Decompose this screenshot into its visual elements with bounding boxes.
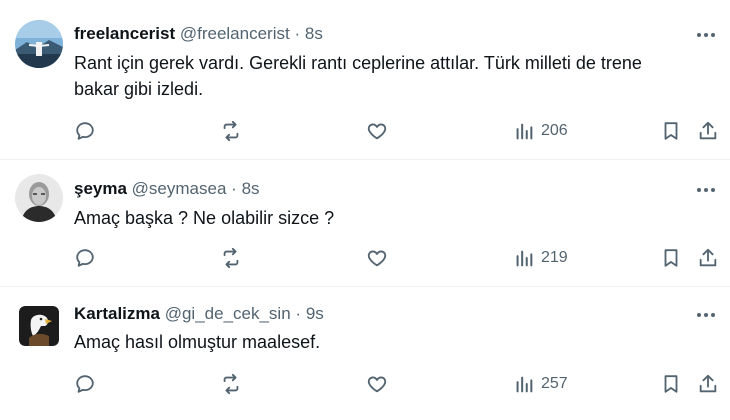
share-icon <box>699 374 717 393</box>
timestamp[interactable]: 9s <box>306 304 324 323</box>
heart-icon <box>367 250 387 267</box>
like-button[interactable] <box>366 117 388 145</box>
display-name[interactable]: şeyma <box>74 179 127 198</box>
bookmark-icon <box>664 122 678 140</box>
avatar-landscape-icon <box>15 20 63 68</box>
timestamp[interactable]: 8s <box>305 24 323 43</box>
reply-icon <box>76 375 94 393</box>
more-options-icon[interactable] <box>694 25 718 45</box>
tweet-text: Rant için gerek vardı. Gerekli rantı cep… <box>74 50 694 102</box>
like-button[interactable] <box>366 244 388 272</box>
tweet-text: Amaç hasıl olmuştur maalesef. <box>74 329 694 355</box>
user-handle[interactable]: @gi_de_cek_sin <box>165 304 291 323</box>
more-options-icon[interactable] <box>694 305 718 325</box>
analytics-icon <box>516 250 533 267</box>
share-button[interactable] <box>697 117 719 145</box>
tweet-header: şeyma @seymasea · 8s <box>74 178 260 200</box>
reply-icon <box>76 122 94 140</box>
views-button[interactable]: 206 <box>513 117 568 145</box>
action-bar: 219 <box>0 244 730 272</box>
action-bar: 206 <box>0 117 730 145</box>
avatar[interactable] <box>19 306 59 346</box>
repost-icon <box>223 373 239 395</box>
view-count: 206 <box>541 122 568 139</box>
view-count: 219 <box>541 249 568 266</box>
display-name[interactable]: Kartalizma <box>74 304 160 323</box>
separator-dot: · <box>231 179 237 198</box>
repost-button[interactable] <box>220 244 242 272</box>
views-button[interactable]: 219 <box>513 244 568 272</box>
tweet-header: Kartalizma @gi_de_cek_sin · 9s <box>74 303 324 325</box>
user-handle[interactable]: @seymasea <box>132 179 227 198</box>
repost-icon <box>223 120 239 142</box>
view-count: 257 <box>541 375 568 392</box>
reply-button[interactable] <box>74 117 96 145</box>
heart-icon <box>367 123 387 140</box>
avatar[interactable] <box>15 20 63 68</box>
repost-button[interactable] <box>220 117 242 145</box>
reply-button[interactable] <box>74 370 96 398</box>
views-button[interactable]: 257 <box>513 370 568 398</box>
bookmark-button[interactable] <box>660 370 682 398</box>
like-button[interactable] <box>366 370 388 398</box>
tweet-text-line: Rant için gerek vardı. Gerekli rantı cep… <box>74 53 642 73</box>
share-icon <box>699 121 717 140</box>
analytics-icon <box>516 376 533 393</box>
separator-dot: · <box>295 304 302 323</box>
tweet[interactable]: freelancerist @freelancerist · 8s Rant i… <box>0 0 730 160</box>
tweet-text-line: bakar gibi izledi. <box>74 79 204 99</box>
timestamp[interactable]: 8s <box>242 179 260 198</box>
bookmark-button[interactable] <box>660 244 682 272</box>
display-name[interactable]: freelancerist <box>74 24 175 43</box>
bookmark-icon <box>664 249 678 267</box>
avatar-eagle-icon <box>19 306 59 346</box>
analytics-icon <box>516 123 533 140</box>
heart-icon <box>367 376 387 393</box>
separator-dot: · <box>294 24 301 43</box>
repost-button[interactable] <box>220 370 242 398</box>
bookmark-button[interactable] <box>660 117 682 145</box>
tweet-text: Amaç başka ? Ne olabilir sizce ? <box>74 205 694 231</box>
reply-button[interactable] <box>74 244 96 272</box>
tweet-header: freelancerist @freelancerist · 8s <box>74 23 323 45</box>
avatar[interactable] <box>15 174 63 222</box>
tweet-text-line: Amaç hasıl olmuştur maalesef. <box>74 332 321 352</box>
avatar-portrait-icon <box>15 174 63 222</box>
share-button[interactable] <box>697 370 719 398</box>
tweet[interactable]: şeyma @seymasea · 8s Amaç başka ? Ne ola… <box>0 160 730 286</box>
repost-icon <box>223 247 239 269</box>
more-options-icon[interactable] <box>694 180 718 200</box>
share-button[interactable] <box>697 244 719 272</box>
share-icon <box>699 248 717 267</box>
tweet-text-line: Amaç başka ? Ne olabilir sizce ? <box>74 208 335 228</box>
reply-icon <box>76 249 94 267</box>
tweet[interactable]: Kartalizma @gi_de_cek_sin · 9s Amaç hası… <box>0 286 730 420</box>
bookmark-icon <box>664 375 678 393</box>
user-handle[interactable]: @freelancerist <box>180 24 290 43</box>
action-bar: 257 <box>0 370 730 398</box>
